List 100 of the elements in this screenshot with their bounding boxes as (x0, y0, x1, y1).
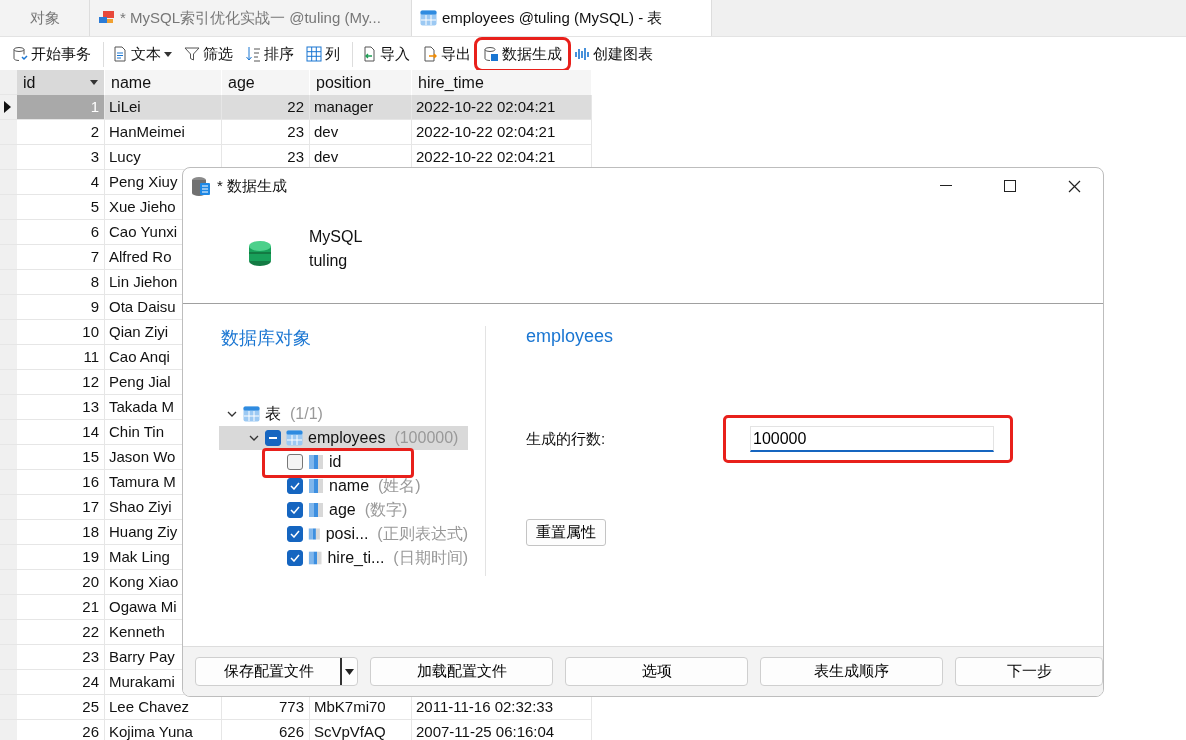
column-header[interactable]: position (310, 70, 412, 95)
column-icon (308, 526, 321, 542)
table-cell: 11 (17, 345, 105, 370)
footer-button[interactable]: 表生成顺序 (760, 657, 943, 686)
caret-icon (164, 51, 172, 57)
table-cell: Lucy (105, 145, 222, 170)
close-icon (1067, 179, 1081, 193)
filter-icon (184, 46, 200, 62)
table-cell: 23 (17, 645, 105, 670)
database-name: tuling (309, 251, 349, 270)
toolbar-button[interactable]: 开始事务 (8, 41, 95, 67)
checkbox[interactable] (287, 550, 303, 566)
table-cell: 773 (222, 695, 310, 720)
column-icon (308, 550, 323, 566)
table-cell: 15 (17, 445, 105, 470)
import-icon (361, 46, 377, 62)
table-cell: 20 (17, 570, 105, 595)
checkbox[interactable] (287, 478, 303, 494)
table-cell: 4 (17, 170, 105, 195)
table-cell: 17 (17, 495, 105, 520)
export-icon (422, 46, 438, 62)
database-icon (249, 240, 271, 267)
column-header[interactable]: name (105, 70, 222, 95)
check-icon (290, 554, 300, 562)
footer-button[interactable]: 保存配置文件 (195, 657, 358, 686)
column-icon (308, 502, 324, 518)
table-cell: 7 (17, 245, 105, 270)
grid-icon (306, 46, 322, 62)
table-cell: Lee Chavez (105, 695, 222, 720)
table-cell: 22 (17, 620, 105, 645)
table-cell: 2022-10-22 02:04:21 (412, 120, 592, 145)
database-icon (12, 46, 28, 62)
table-cell: 25 (17, 695, 105, 720)
checkbox[interactable] (287, 454, 303, 470)
column-header[interactable]: age (222, 70, 310, 95)
check-icon (290, 530, 300, 538)
footer-button[interactable]: 选项 (565, 657, 748, 686)
table-cell: HanMeimei (105, 120, 222, 145)
toolbar-button[interactable]: 数据生成 (479, 41, 566, 67)
table-cell: 2011-11-16 02:32:33 (412, 695, 592, 720)
table-cell: manager (310, 95, 412, 120)
table-cell: 5 (17, 195, 105, 220)
table-cell: 6 (17, 220, 105, 245)
footer-button[interactable]: 加载配置文件 (370, 657, 553, 686)
column-header[interactable]: hire_time (412, 70, 592, 95)
toolbar-button[interactable]: 筛选 (180, 41, 237, 67)
tab[interactable]: employees @tuling (MySQL) - 表 (412, 0, 712, 36)
column-header[interactable]: id (17, 70, 105, 95)
database-icon (483, 46, 499, 62)
table-cell: 2 (17, 120, 105, 145)
section-heading: 数据库对象 (221, 327, 312, 350)
toolbar-button[interactable]: 列 (302, 41, 344, 67)
tree-item[interactable]: name (姓名) (219, 474, 468, 498)
toolbar-button[interactable]: 排序 (241, 41, 298, 67)
input-field[interactable]: 100000 (750, 426, 994, 452)
table-cell: 18 (17, 520, 105, 545)
footer-button[interactable]: 下一步 (955, 657, 1103, 686)
toolbar-button[interactable]: 导出 (418, 41, 475, 67)
database-icon (191, 176, 211, 196)
column-icon (308, 454, 324, 470)
table-cell: 14 (17, 420, 105, 445)
toolbar-button[interactable]: 文本 (108, 41, 176, 67)
tree-item[interactable]: posi... (正则表达式) (219, 522, 468, 546)
row-header[interactable] (0, 95, 17, 120)
tree-item[interactable]: id (219, 450, 468, 474)
check-icon (290, 482, 300, 490)
table-cell: 13 (17, 395, 105, 420)
toolbar-button[interactable]: 创建图表 (570, 41, 657, 67)
checkbox[interactable] (265, 430, 281, 446)
tree-item[interactable]: hire_ti... (日期时间) (219, 546, 468, 570)
table-cell: 21 (17, 595, 105, 620)
table-cell: 16 (17, 470, 105, 495)
corner-header (0, 70, 17, 95)
table-cell: 23 (222, 120, 310, 145)
tree-item[interactable]: employees (100000) (219, 426, 468, 450)
table-icon (243, 406, 260, 422)
connection-type: MySQL (309, 227, 363, 246)
table-cell: 12 (17, 370, 105, 395)
row-indicator-icon (4, 101, 12, 113)
table-cell: 2022-10-22 02:04:21 (412, 95, 592, 120)
table-cell: 24 (17, 670, 105, 695)
reset-button[interactable]: 重置属性 (526, 519, 606, 546)
table-cell: 9 (17, 295, 105, 320)
table-cell: LiLei (105, 95, 222, 120)
field-label: 生成的行数: (526, 429, 607, 449)
table-cell: dev (310, 120, 412, 145)
caret-icon[interactable] (340, 658, 357, 685)
checkbox[interactable] (287, 502, 303, 518)
maximize-icon (1004, 180, 1016, 192)
dash-icon (269, 437, 277, 439)
table-cell: MbK7mi70 (310, 695, 412, 720)
toolbar-button[interactable]: 导入 (357, 41, 414, 67)
caret-icon (90, 80, 98, 85)
check-icon (290, 506, 300, 514)
tree-item[interactable]: age (数字) (219, 498, 468, 522)
checkbox[interactable] (287, 526, 303, 542)
table-icon (420, 10, 437, 26)
chart-icon (574, 46, 590, 62)
table-cell: 22 (222, 95, 310, 120)
tree-item[interactable]: 表 (1/1) (219, 402, 468, 426)
